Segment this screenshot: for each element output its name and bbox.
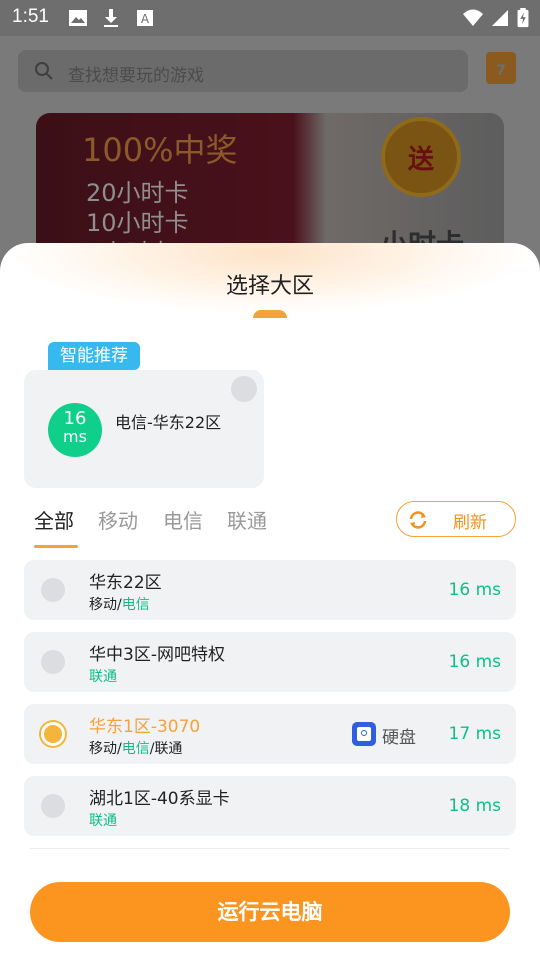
battery-charging-icon xyxy=(517,8,529,28)
region-radio[interactable] xyxy=(41,650,65,674)
calendar-day: 7 xyxy=(496,63,506,79)
sheet-title: 选择大区 xyxy=(225,274,314,299)
hard-disk-label: 硬盘 xyxy=(382,728,416,748)
latency-value: 16 xyxy=(63,408,87,429)
region-ping: 16 ms xyxy=(448,652,501,672)
region-ping: 18 ms xyxy=(448,796,501,816)
calendar-icon[interactable]: 7 xyxy=(486,52,516,84)
region-ping: 16 ms xyxy=(448,580,501,600)
region-select-sheet: 选择大区 智能推荐 16 ms 电信-华东22区 全部 移动 电信 联通 刷新 … xyxy=(0,243,540,960)
hard-disk-icon xyxy=(352,722,376,746)
search-placeholder: 查找想要玩的游戏 xyxy=(68,66,204,86)
region-row[interactable]: 华东22区 移动/电信 16 ms xyxy=(24,560,516,620)
status-time: 1:51 xyxy=(12,6,49,27)
recommend-radio[interactable] xyxy=(231,376,257,402)
title-indicator xyxy=(253,310,287,318)
font-icon: A xyxy=(137,10,153,26)
region-isp: 移动/电信 xyxy=(89,597,150,613)
region-row-selected[interactable]: 华东1区-3070 移动/电信/联通 硬盘 17 ms xyxy=(24,704,516,764)
tab-mobile[interactable]: 移动 xyxy=(98,505,138,534)
recommend-tag: 智能推荐 xyxy=(48,342,140,370)
region-radio[interactable] xyxy=(41,578,65,602)
region-radio-selected[interactable] xyxy=(41,722,65,746)
divider xyxy=(30,848,510,849)
tab-telecom[interactable]: 电信 xyxy=(163,505,203,534)
region-name: 湖北1区-40系显卡 xyxy=(89,789,230,809)
region-name: 华东22区 xyxy=(89,573,162,593)
region-ping: 17 ms xyxy=(448,724,501,744)
region-name: 华中3区-网吧特权 xyxy=(89,645,225,665)
refresh-button[interactable]: 刷新 xyxy=(396,501,516,537)
banner-headline: 100%中奖 xyxy=(82,131,238,169)
medal-icon: 送 xyxy=(381,117,461,197)
region-isp: 联通 xyxy=(89,669,117,685)
latency-unit: ms xyxy=(63,427,87,446)
background-app: 查找想要玩的游戏 7 100%中奖 20小时卡 10小时卡 5小时卡 送 小时卡 xyxy=(0,36,540,283)
tab-underline xyxy=(34,545,78,548)
region-row[interactable]: 华中3区-网吧特权 联通 16 ms xyxy=(24,632,516,692)
region-radio[interactable] xyxy=(41,794,65,818)
tab-unicom[interactable]: 联通 xyxy=(227,505,267,534)
search-bar[interactable]: 查找想要玩的游戏 xyxy=(18,50,468,92)
signal-icon xyxy=(492,10,508,26)
refresh-icon xyxy=(409,511,427,529)
latency-badge: 16 ms xyxy=(48,403,102,457)
region-isp: 移动/电信/联通 xyxy=(89,741,183,757)
run-cloud-pc-button[interactable]: 运行云电脑 xyxy=(30,882,510,942)
tab-all[interactable]: 全部 xyxy=(34,505,74,534)
region-isp: 联通 xyxy=(89,813,117,829)
region-name: 华东1区-3070 xyxy=(89,717,201,737)
recommended-region-card[interactable]: 16 ms 电信-华东22区 xyxy=(24,370,264,488)
svg-text:A: A xyxy=(141,12,150,26)
recommended-region-name: 电信-华东22区 xyxy=(115,413,222,432)
wifi-icon xyxy=(463,9,483,26)
search-icon xyxy=(35,62,53,80)
status-bar: 1:51 A xyxy=(0,0,540,36)
download-icon xyxy=(104,9,118,27)
region-row[interactable]: 湖北1区-40系显卡 联通 18 ms xyxy=(24,776,516,836)
image-icon xyxy=(69,10,87,26)
medal-text: 送 xyxy=(407,145,434,175)
refresh-label: 刷新 xyxy=(453,513,487,533)
